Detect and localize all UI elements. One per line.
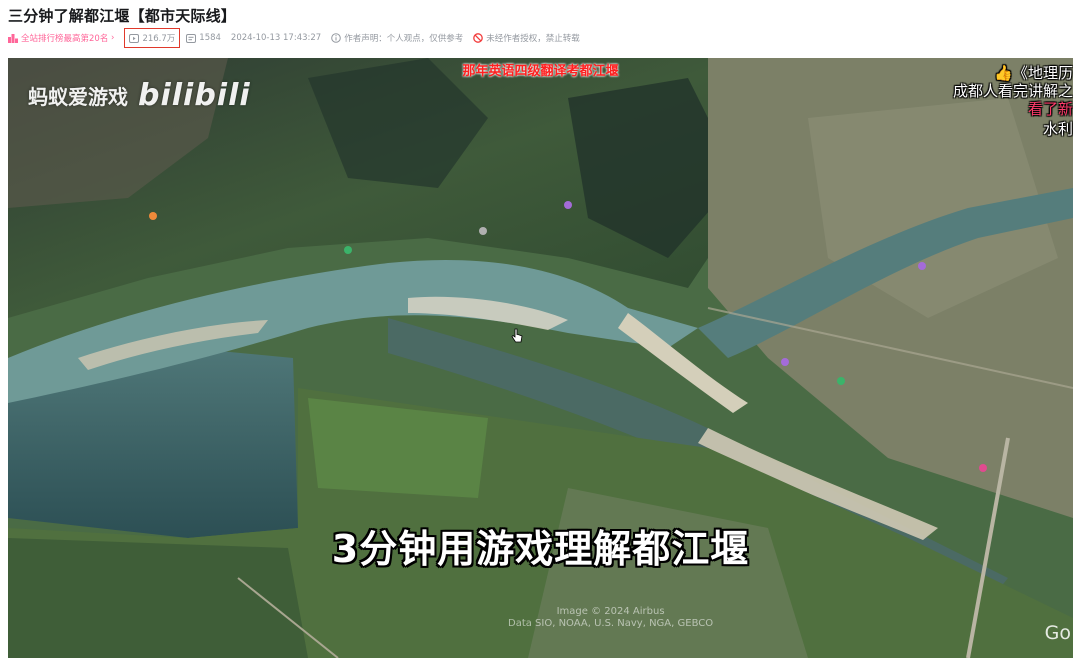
google-logo: Go: [1044, 622, 1071, 644]
view-count-value: 216.7万: [142, 34, 176, 44]
danmaku-count: 1584: [186, 33, 221, 43]
repost-forbidden-text: 未经作者授权，禁止转载: [486, 34, 580, 44]
author-statement: 作者声明：个人观点，仅供参考: [331, 32, 463, 44]
bilibili-logo: bilibili: [138, 78, 251, 113]
video-subtitle: 3分钟用游戏理解都江堰: [331, 527, 750, 571]
watermark-channel-name: 蚂蚁爱游戏: [28, 85, 128, 109]
author-statement-text: 作者声明：个人观点，仅供参考: [344, 34, 464, 44]
danmaku-count-value: 1584: [199, 33, 221, 43]
repost-forbidden-notice: 未经作者授权，禁止转载: [473, 32, 580, 44]
publish-date: 2024-10-13 17:43:27: [230, 33, 322, 43]
danmu-comment: 看了新: [1027, 100, 1073, 118]
video-title: 三分钟了解都江堰【都市天际线】: [8, 7, 237, 25]
danmu-comment: 水利: [1042, 120, 1073, 138]
channel-watermark: 蚂蚁爱游戏 bilibili: [28, 78, 251, 113]
view-count: 216.7万: [124, 28, 181, 48]
ranking-icon: [8, 34, 18, 43]
top-caption: 那年英语四级翻译考都江堰: [462, 64, 619, 79]
rank-badge[interactable]: 全站排行榜最高第20名 ›: [8, 32, 114, 44]
danmaku-icon: [186, 33, 197, 43]
chevron-right-icon: ›: [108, 33, 115, 43]
rank-label: 全站排行榜最高第20名: [21, 34, 109, 44]
hand-cursor-icon: [511, 328, 523, 343]
forbidden-icon: [473, 33, 484, 43]
info-icon: [331, 33, 342, 43]
video-player[interactable]: 那年英语四级翻译考都江堰 蚂蚁爱游戏 bilibili 👍《地理历 成都人看完讲…: [8, 58, 1073, 658]
play-count-icon: [129, 33, 140, 43]
map-copyright: Image © 2024 Airbus Data SIO, NOAA, U.S.…: [508, 606, 714, 629]
video-meta-bar: 全站排行榜最高第20名 › 216.7万 1584 2024-10-13 17:…: [8, 28, 590, 48]
